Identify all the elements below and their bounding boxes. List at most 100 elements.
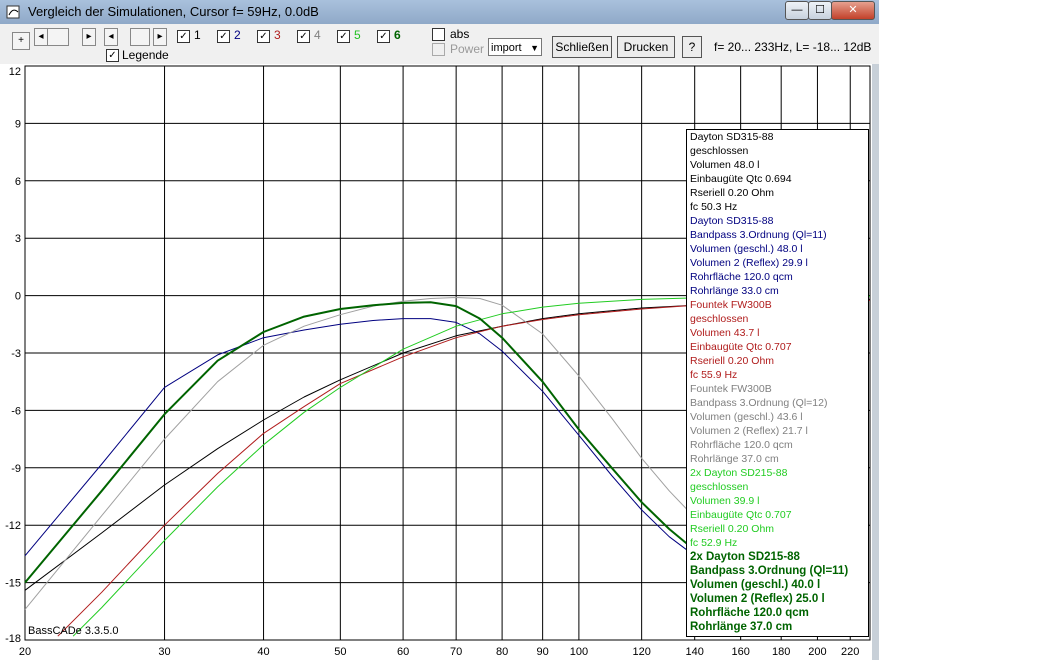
legend-line: 2x Dayton SD215-88 [690, 467, 788, 479]
series-5-label: 5 [354, 28, 361, 42]
window-title: Vergleich der Simulationen, Cursor f= 59… [28, 4, 319, 19]
zoom-plus-button[interactable]: + [12, 32, 30, 50]
import-select[interactable]: import ▼ [488, 38, 542, 56]
y-tick-label: -3 [11, 348, 21, 360]
legend-line: fc 50.3 Hz [690, 201, 738, 213]
power-checkbox[interactable] [432, 43, 445, 56]
x-tick-label: 60 [397, 646, 409, 658]
series-4-label: 4 [314, 28, 321, 42]
app-icon [6, 5, 20, 19]
legend-line: fc 52.9 Hz [690, 537, 738, 549]
x-tick-label: 180 [772, 646, 790, 658]
abs-checkbox[interactable] [432, 28, 445, 41]
x-tick-label: 70 [450, 646, 462, 658]
import-select-value: import [491, 42, 522, 54]
legend-line: Rohrfläche 120.0 qcm [690, 439, 793, 451]
legend-line: Volumen 2 (Reflex) 21.7 l [690, 425, 808, 437]
legend-line: Volumen 43.7 l [690, 327, 760, 339]
legend-line: 2x Dayton SD215-88 [690, 551, 800, 563]
version-label: BassCADe 3.3.5.0 [28, 625, 119, 637]
maximize-button[interactable]: ☐ [808, 1, 832, 20]
y-tick-label: 6 [15, 176, 21, 188]
legend-line: Rohrlänge 33.0 cm [690, 285, 779, 297]
drucken-button[interactable]: Drucken [617, 36, 675, 58]
chevron-down-icon: ▼ [530, 43, 539, 53]
legend-line: Rohrfläche 120.0 qcm [690, 271, 793, 283]
window-border [872, 64, 879, 660]
y-tick-label: 9 [15, 118, 21, 130]
legend-line: Rohrfläche 120.0 qcm [690, 607, 809, 619]
x-tick-label: 160 [731, 646, 749, 658]
help-button[interactable]: ? [682, 36, 702, 58]
legend-line: fc 55.9 Hz [690, 369, 738, 381]
series-2-checkbox[interactable]: ✓ [217, 30, 230, 43]
series-5-checkbox[interactable]: ✓ [337, 30, 350, 43]
legend-line: geschlossen [690, 313, 749, 325]
toolbar: + ◂ ▸ ◂ ▸ ✓ 1 ✓ 2 ✓ 3 ✓ 4 ✓ 5 ✓ 6 ✓ Lege… [0, 24, 879, 64]
title-bar: Vergleich der Simulationen, Cursor f= 59… [0, 0, 879, 24]
legend-line: Einbaugüte Qtc 0.694 [690, 173, 792, 185]
x-tick-label: 140 [686, 646, 704, 658]
legend-line: Bandpass 3.Ordnung (Ql=12) [690, 397, 828, 409]
y-tick-label: -15 [5, 578, 21, 590]
series-6-label: 6 [394, 28, 401, 42]
y-tick-label: 0 [15, 291, 21, 303]
x-tick-label: 80 [496, 646, 508, 658]
x-tick-label: 120 [632, 646, 650, 658]
legende-checkbox[interactable]: ✓ [106, 49, 119, 62]
legend-line: Einbaugüte Qtc 0.707 [690, 509, 792, 521]
minimize-button[interactable]: — [785, 1, 809, 20]
scroll-thumb-1[interactable] [47, 28, 69, 46]
legend-line: geschlossen [690, 145, 749, 157]
range-info: f= 20... 233Hz, L= -18... 12dB [714, 40, 872, 54]
y-tick-label: -9 [11, 463, 21, 475]
power-label: Power [450, 42, 485, 56]
legend-line: Volumen 48.0 l [690, 159, 760, 171]
legend-line: Bandpass 3.Ordnung (Ql=11) [690, 229, 827, 241]
legend-line: Fountek FW300B [690, 299, 772, 311]
y-tick-label: -18 [5, 633, 21, 645]
x-tick-label: 220 [841, 646, 859, 658]
legend-line: Rseriell 0.20 Ohm [690, 187, 775, 199]
legend-line: Rohrlänge 37.0 cm [690, 621, 793, 633]
x-tick-label: 50 [334, 646, 346, 658]
series-1-checkbox[interactable]: ✓ [177, 30, 190, 43]
x-tick-label: 40 [257, 646, 269, 658]
abs-label: abs [450, 27, 470, 41]
x-tick-label: 20 [19, 646, 31, 658]
chart-legend: Dayton SD315-88 geschlossen Volumen 48.0 l… [686, 129, 869, 637]
legend-line: Dayton SD315-88 [690, 215, 774, 227]
x-tick-label: 100 [570, 646, 588, 658]
arrow-left-button-1[interactable]: ◂ [34, 28, 48, 46]
scroll-thumb-2[interactable] [130, 28, 150, 46]
series-3-checkbox[interactable]: ✓ [257, 30, 270, 43]
schliessen-button[interactable]: Schließen [552, 36, 612, 58]
legend-line: Volumen (geschl.) 43.6 l [690, 411, 803, 423]
legend-line: Rohrlänge 37.0 cm [690, 453, 779, 465]
series-3-label: 3 [274, 28, 281, 42]
legend-line: Volumen 2 (Reflex) 25.0 l [690, 593, 825, 605]
legend-line: Dayton SD315-88 [690, 131, 774, 143]
x-tick-label: 200 [808, 646, 826, 658]
x-tick-label: 90 [537, 646, 549, 658]
y-tick-label: -6 [11, 405, 21, 417]
y-tick-label: 12 [9, 66, 21, 78]
legend-line: Volumen 2 (Reflex) 29.9 l [690, 257, 808, 269]
series-2-label: 2 [234, 28, 241, 42]
arrow-left-button-2[interactable]: ◂ [104, 28, 118, 46]
legend-line: Rseriell 0.20 Ohm [690, 355, 775, 367]
legende-label: Legende [122, 48, 169, 62]
arrow-right-button-2[interactable]: ▸ [153, 28, 167, 46]
x-tick-label: 30 [158, 646, 170, 658]
close-window-button[interactable]: ✕ [831, 1, 875, 20]
application-window: Vergleich der Simulationen, Cursor f= 59… [0, 0, 879, 660]
legend-line: Einbaugüte Qtc 0.707 [690, 341, 792, 353]
series-1-label: 1 [194, 28, 201, 42]
legend-line: Volumen 39.9 l [690, 495, 760, 507]
legend-line: Bandpass 3.Ordnung (Ql=11) [690, 565, 849, 577]
legend-line: geschlossen [690, 481, 749, 493]
series-4-checkbox[interactable]: ✓ [297, 30, 310, 43]
y-tick-label: -12 [5, 520, 21, 532]
series-6-checkbox[interactable]: ✓ [377, 30, 390, 43]
arrow-right-button-1[interactable]: ▸ [82, 28, 96, 46]
